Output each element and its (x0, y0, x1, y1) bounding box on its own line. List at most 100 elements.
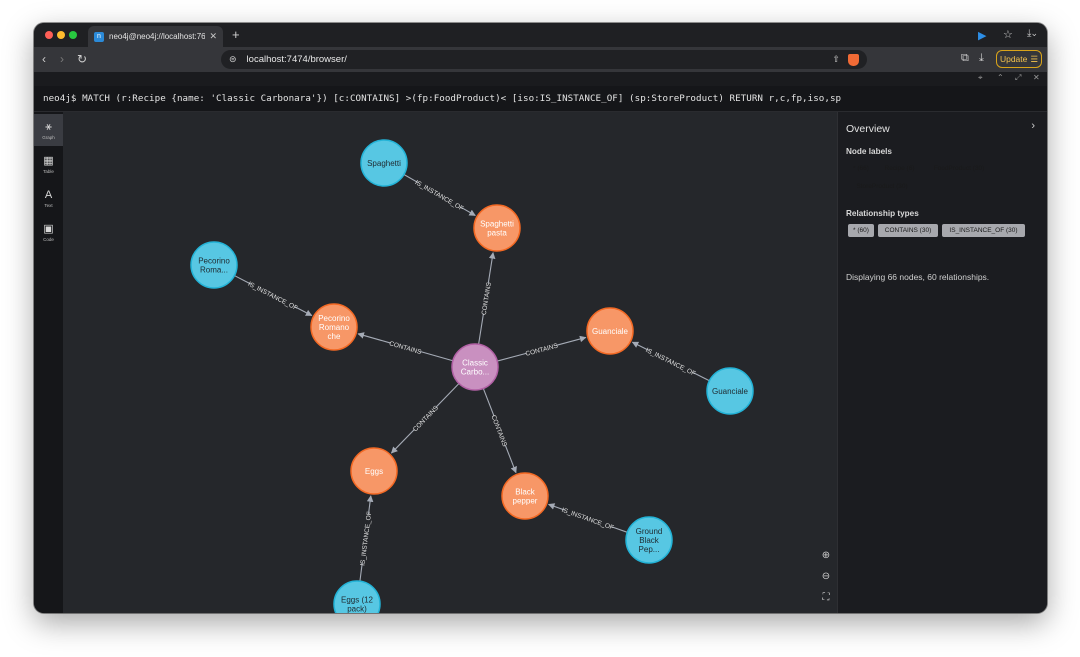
brave-shields-icon[interactable] (848, 53, 859, 66)
edge-label: IS_INSTANCE_OF (561, 507, 615, 532)
node-ground-pepper[interactable]: GroundBlackPep... (625, 516, 673, 564)
collapse-panel-icon[interactable]: › (1031, 120, 1035, 132)
node-caption: Pecorino (318, 314, 350, 323)
update-button[interactable]: Update ☰ (996, 50, 1042, 68)
browser-tab[interactable]: n neo4j@neo4j://localhost:768 ✕ (88, 26, 223, 47)
relationship-is-instance-of[interactable]: IS_INSTANCE_OF (631, 341, 710, 382)
edge-arrow[interactable] (556, 335, 587, 346)
minimize-window-button[interactable] (57, 31, 65, 39)
query-editor[interactable]: neo4j$ MATCH (r:Recipe {name: 'Classic C… (34, 86, 1047, 112)
node-caption: Guanciale (592, 327, 629, 336)
edge-segment[interactable] (478, 313, 484, 345)
node-label-foodproduct-pill[interactable]: FoodProduct (30) (926, 162, 992, 175)
edge-label: IS_INSTANCE_OF (414, 179, 465, 212)
site-info-icon[interactable]: ⊜ (229, 54, 237, 65)
browser-window: n neo4j@neo4j://localhost:768 ✕ + ⌄ ‹ › … (34, 23, 1047, 613)
relationship-contains[interactable]: CONTAINS (478, 252, 496, 345)
node-spaghetti-pasta[interactable]: Spaghettipasta (473, 204, 521, 252)
reload-icon[interactable]: ↻ (77, 52, 87, 66)
edge-segment[interactable] (482, 388, 495, 417)
node-spaghetti-sp[interactable]: Spaghetti (360, 139, 408, 187)
pin-icon[interactable]: ⌖ (978, 73, 983, 83)
view-text-button[interactable]: A Text (34, 182, 63, 214)
address-bar[interactable]: ⊜ localhost:7474/browser/ ⇧ (221, 50, 867, 69)
edge-segment[interactable] (435, 383, 460, 408)
view-code-button[interactable]: ▣ Code (34, 216, 63, 248)
relationship-contains[interactable]: CONTAINS (390, 383, 460, 454)
view-table-button[interactable]: ▦ Table (34, 148, 63, 180)
node-guanciale-fp[interactable]: Guanciale (586, 307, 634, 355)
relationship-contains[interactable]: CONTAINS (482, 388, 517, 474)
graph-visualization[interactable]: CONTAINS CONTAINS CONTAINS CONTAINS CONTAINS… (63, 112, 837, 613)
zoom-out-icon[interactable]: ⊖ (819, 569, 833, 583)
node-caption: Romano (319, 323, 350, 332)
fullscreen-icon[interactable]: ⤢ (1015, 73, 1021, 83)
node-caption: Eggs (365, 467, 383, 476)
graph-canvas[interactable]: CONTAINS CONTAINS CONTAINS CONTAINS CONTAINS… (63, 112, 837, 613)
extensions-icon[interactable]: ⧉ (961, 52, 969, 65)
url-text[interactable]: localhost:7474/browser/ (247, 54, 833, 65)
node-carbonara[interactable]: ClassicCarbo... (451, 343, 499, 391)
node-label-recipe-pill[interactable]: Recipe (6) (878, 162, 921, 175)
share-icon[interactable]: ⇧ (832, 54, 840, 65)
node-caption: che (328, 332, 341, 341)
editor-frame-bar: ⌖ ⌃ ⤢ ✕ (34, 72, 1047, 86)
maximize-window-button[interactable] (69, 31, 77, 39)
node-caption: Classic (462, 359, 488, 368)
menu-icon: ☰ (1030, 53, 1039, 64)
node-eggs-sp[interactable]: Eggs (12pack) (333, 580, 381, 613)
edge-arrow[interactable] (294, 306, 313, 317)
relationship-contains[interactable]: CONTAINS (357, 332, 454, 362)
new-tab-button[interactable]: + (232, 27, 240, 42)
node-caption: Spaghetti (367, 159, 401, 168)
edge-arrow[interactable] (357, 332, 391, 344)
collapse-icon[interactable]: ⌃ (997, 73, 1004, 82)
close-window-button[interactable] (45, 31, 53, 39)
node-guanciale-sp[interactable]: Guanciale (706, 367, 754, 415)
fit-to-screen-icon[interactable]: ⛶ (819, 590, 833, 604)
forward-button[interactable]: › (60, 52, 64, 66)
node-black-pepper[interactable]: Blackpepper (501, 472, 549, 520)
node-label-all-pill[interactable]: * (66) (848, 162, 874, 175)
cypher-query[interactable]: neo4j$ MATCH (r:Recipe {name: 'Classic C… (43, 93, 1047, 104)
back-button[interactable]: ‹ (42, 52, 46, 66)
close-tab-icon[interactable]: ✕ (209, 31, 217, 42)
close-frame-icon[interactable]: ✕ (1033, 73, 1040, 82)
browser-toolbar: ‹ › ↻ ⊜ localhost:7474/browser/ ⇧ ⧉ ⤓ Up… (34, 47, 1047, 72)
text-icon: A (44, 188, 53, 201)
view-graph-button[interactable]: ⚹ Graph (34, 114, 63, 146)
relationship-types-title: Relationship types (846, 209, 919, 218)
export-download-icon[interactable]: ⤓ (1027, 28, 1031, 39)
node-caption: Eggs (12 (341, 596, 374, 605)
graph-status-text: Displaying 66 nodes, 60 relationships. (846, 272, 990, 282)
tab-search-chevron-icon[interactable]: ⌄ (1030, 28, 1038, 39)
node-pecorino-sp[interactable]: PecorinoRoma... (190, 241, 238, 289)
node-pecorino-fp[interactable]: PecorinoRomanoche (310, 303, 358, 351)
rel-type-contains-pill[interactable]: CONTAINS (30) (878, 224, 938, 237)
favorite-star-icon[interactable]: ☆ (1003, 28, 1013, 41)
edge-segment[interactable] (497, 352, 527, 362)
edge-arrow[interactable] (487, 252, 496, 284)
node-caption: Roma... (200, 266, 228, 275)
relationship-is-instance-of[interactable]: IS_INSTANCE_OF (234, 275, 313, 317)
relationship-is-instance-of[interactable]: IS_INSTANCE_OF (403, 173, 476, 217)
run-query-icon[interactable]: ▶ (978, 29, 986, 42)
edge-segment[interactable] (692, 372, 710, 382)
node-caption: Black (515, 488, 536, 497)
relationship-contains[interactable]: CONTAINS (497, 335, 587, 362)
downloads-icon[interactable]: ⤓ (979, 52, 984, 65)
rel-type-is-instance-of-pill[interactable]: IS_INSTANCE_OF (30) (942, 224, 1025, 237)
rel-type-all-pill[interactable]: * (60) (848, 224, 874, 237)
edge-segment[interactable] (420, 350, 454, 362)
result-view-sidebar: ⚹ Graph ▦ Table A Text ▣ Code (34, 112, 63, 613)
relationship-is-instance-of[interactable]: IS_INSTANCE_OF (359, 495, 374, 582)
node-caption: Ground (636, 527, 663, 536)
edge-arrow[interactable] (366, 495, 374, 515)
edge-arrow[interactable] (504, 444, 517, 474)
node-eggs-fp[interactable]: Eggs (350, 447, 398, 495)
zoom-in-icon[interactable]: ⊕ (819, 548, 833, 562)
node-label-storeproduct-pill[interactable]: StoreProduct (30) (848, 180, 916, 193)
edge-arrow[interactable] (390, 428, 415, 454)
node-caption: pepper (513, 497, 538, 506)
relationship-is-instance-of[interactable]: IS_INSTANCE_OF (547, 503, 628, 533)
